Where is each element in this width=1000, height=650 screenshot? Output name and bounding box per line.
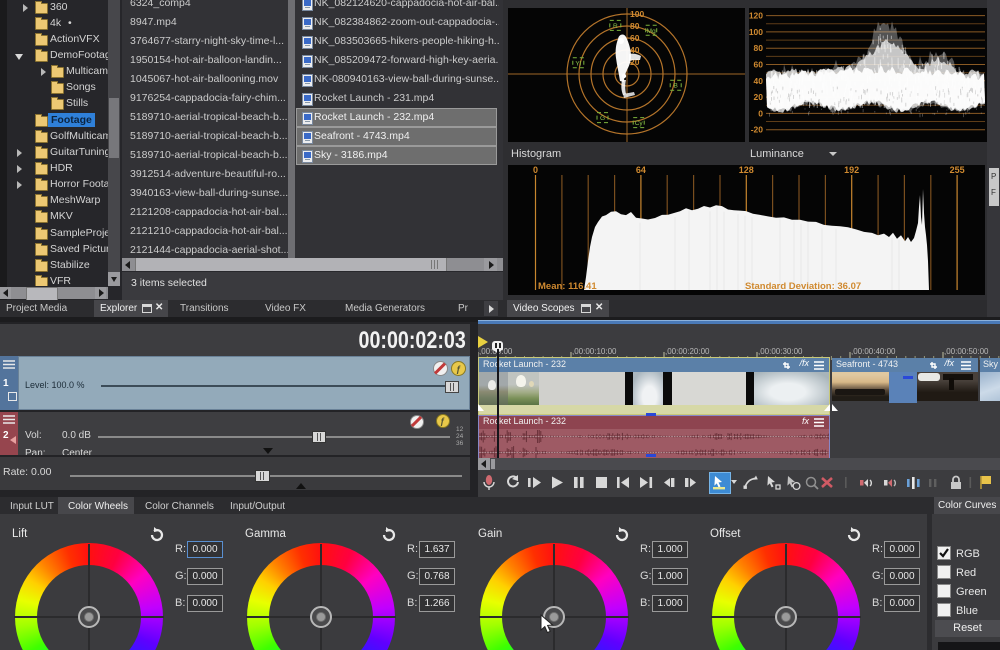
svg-text:Cy: Cy [635, 120, 644, 127]
svg-text:64: 64 [636, 165, 646, 175]
svg-text:100: 100 [630, 9, 644, 19]
svg-text:192: 192 [844, 165, 859, 175]
svg-text:-20: -20 [751, 125, 764, 135]
svg-text:B: B [674, 83, 678, 90]
svg-text:80: 80 [754, 43, 764, 53]
svg-text:120: 120 [749, 11, 763, 21]
svg-text:100: 100 [749, 27, 763, 37]
svg-text:0: 0 [533, 165, 538, 175]
svg-text:128: 128 [739, 165, 754, 175]
svg-text:80: 80 [630, 21, 640, 31]
svg-text:Mg: Mg [647, 28, 656, 35]
svg-text:40: 40 [630, 45, 640, 55]
svg-text:255: 255 [950, 165, 965, 175]
svg-text:0: 0 [758, 108, 763, 118]
svg-text:Mean: 116.41: Mean: 116.41 [538, 281, 597, 292]
svg-text:40: 40 [754, 76, 764, 86]
svg-text:Yl: Yl [575, 60, 581, 67]
svg-text:20: 20 [754, 92, 764, 102]
svg-text:R: R [613, 23, 618, 30]
svg-text:Standard Deviation: 36.07: Standard Deviation: 36.07 [745, 281, 861, 292]
svg-text:60: 60 [630, 33, 640, 43]
svg-text:60: 60 [754, 60, 764, 70]
svg-text:G: G [600, 115, 605, 122]
